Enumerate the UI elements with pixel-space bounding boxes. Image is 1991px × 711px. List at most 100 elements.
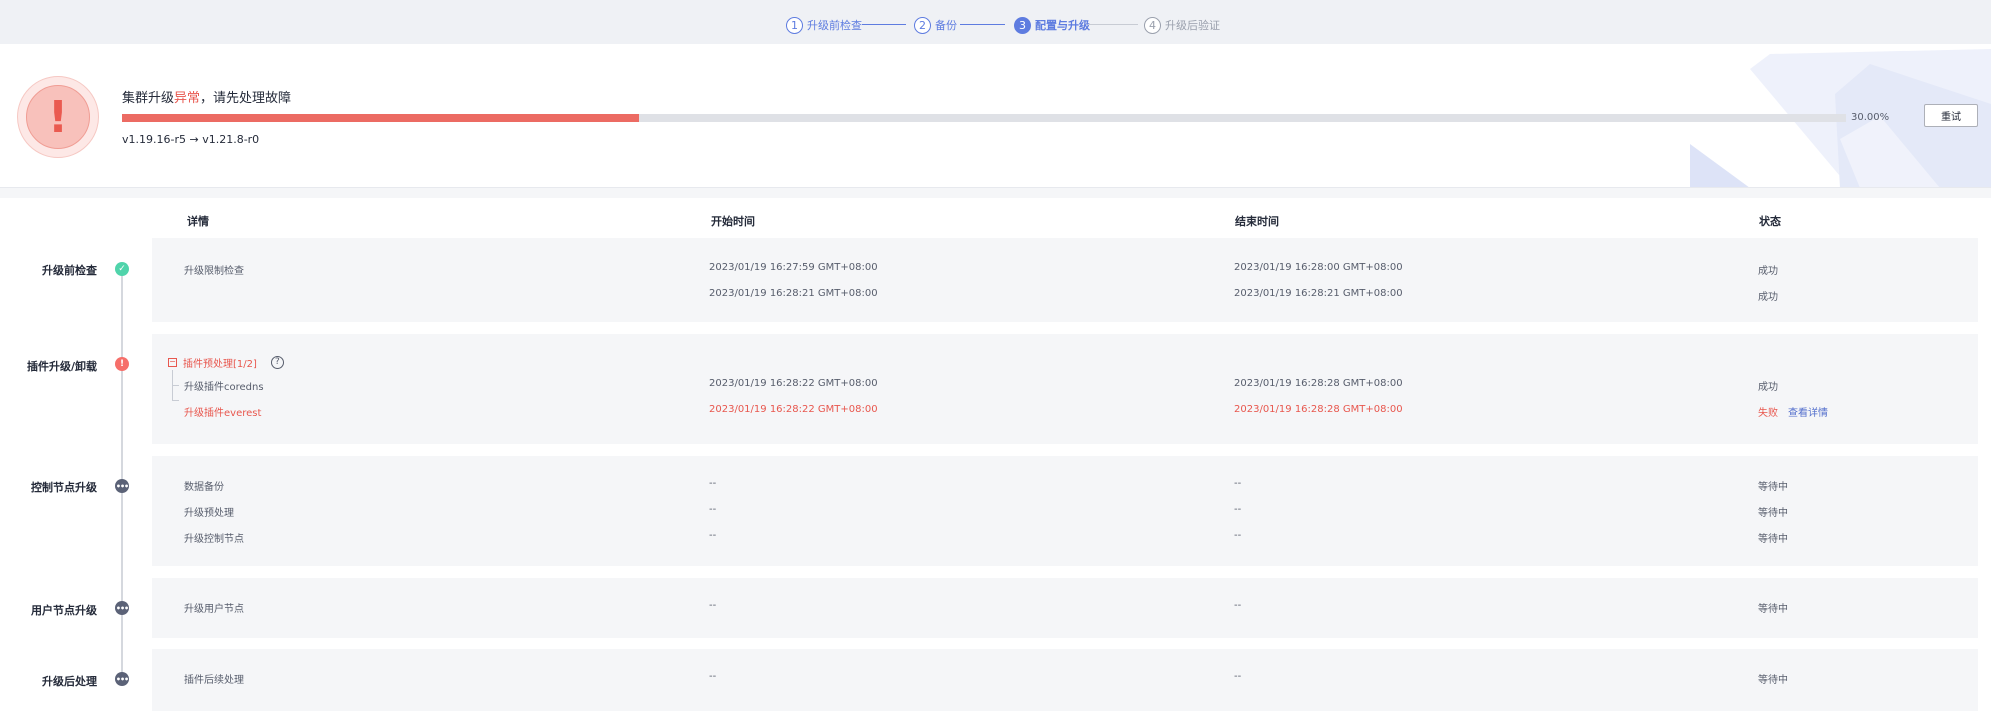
table-row: 升级控制节点 -- -- 等待中 xyxy=(152,530,1978,546)
row-name: 升级插件coredns xyxy=(184,382,264,393)
row-end-time: -- xyxy=(1234,600,1242,611)
step-config-upgrade: 3 配置与升级 xyxy=(1014,15,1090,35)
step-number: 1 xyxy=(786,16,803,34)
step-number: 2 xyxy=(914,16,931,34)
status-title-prefix: 集群升级 xyxy=(122,91,175,106)
row-status: 成功 xyxy=(1758,382,1778,393)
row-start-time: -- xyxy=(709,600,717,611)
ellipsis-icon: ••• xyxy=(115,479,129,493)
help-icon[interactable]: ? xyxy=(270,355,284,369)
tree-branch xyxy=(172,400,179,401)
table-row: 数据备份 -- -- 等待中 xyxy=(152,478,1978,494)
row-end-time: -- xyxy=(1234,504,1242,515)
row-status: 等待中 xyxy=(1758,534,1788,545)
stage-label-control-node-upgrade: 控制节点升级 xyxy=(31,481,97,494)
step-label: 备份 xyxy=(935,19,957,32)
row-start-time: -- xyxy=(709,478,717,489)
check-icon: ✓ xyxy=(115,262,129,276)
table-row: 升级预处理 -- -- 等待中 xyxy=(152,504,1978,520)
retry-button[interactable]: 重试 xyxy=(1924,104,1978,127)
stage-label-pre-check: 升级前检查 xyxy=(42,264,97,277)
step-post-verify: 4 升级后验证 xyxy=(1144,15,1220,35)
step-connector xyxy=(862,24,906,25)
stage-label-user-node-upgrade: 用户节点升级 xyxy=(31,604,97,617)
column-header-end-time: 结束时间 xyxy=(1235,215,1279,228)
table-row: 升级插件coredns 2023/01/19 16:28:22 GMT+08:0… xyxy=(152,378,1978,394)
group-label: 插件预处理[1/2] xyxy=(183,358,257,370)
collapse-icon[interactable]: − xyxy=(168,357,177,367)
column-header-status: 状态 xyxy=(1759,215,1781,228)
row-name: 升级预处理 xyxy=(184,508,234,519)
row-start-time: -- xyxy=(709,671,717,682)
row-name: 插件后续处理 xyxy=(184,675,244,686)
upgrade-status-card: ! 集群升级异常，请先处理故障 30.00% v1.19.16-r5 → v1.… xyxy=(0,44,1991,188)
row-start-time: 2023/01/19 16:28:22 GMT+08:00 xyxy=(709,404,878,415)
row-start-time: 2023/01/19 16:28:21 GMT+08:00 xyxy=(709,288,878,299)
step-connector xyxy=(1088,24,1138,25)
timeline-line xyxy=(121,268,123,680)
progress-fill xyxy=(122,114,640,122)
exclamation-icon: ! xyxy=(26,85,90,149)
row-status: 等待中 xyxy=(1758,604,1788,615)
step-connector xyxy=(960,24,1005,25)
status-title: 集群升级异常，请先处理故障 xyxy=(122,87,291,106)
table-row: 2023/01/19 16:28:21 GMT+08:00 2023/01/19… xyxy=(152,288,1978,304)
row-start-time: -- xyxy=(709,530,717,541)
table-row: 升级用户节点 -- -- 等待中 xyxy=(152,600,1978,616)
stage-panel-post-processing: 插件后续处理 -- -- 等待中 xyxy=(152,649,1978,711)
column-header-details: 详情 xyxy=(187,215,209,228)
version-transition: v1.19.16-r5 → v1.21.8-r0 xyxy=(122,133,260,146)
row-end-time: 2023/01/19 16:28:21 GMT+08:00 xyxy=(1234,288,1403,299)
row-name: 升级用户节点 xyxy=(184,604,244,615)
row-status: 等待中 xyxy=(1758,482,1788,493)
upgrade-stepper: 1 升级前检查 2 备份 3 配置与升级 4 升级后验证 xyxy=(0,0,1991,44)
status-title-suffix: ，请先处理故障 xyxy=(200,91,292,106)
row-name: 升级控制节点 xyxy=(184,534,244,545)
step-pre-check: 1 升级前检查 xyxy=(786,15,862,35)
step-label: 升级前检查 xyxy=(807,19,862,32)
stage-panel-control-node-upgrade: 数据备份 -- -- 等待中 升级预处理 -- -- 等待中 升级控制节点 --… xyxy=(152,456,1978,566)
stage-label-post-processing: 升级后处理 xyxy=(42,675,97,688)
progress-percent: 30.00% xyxy=(1851,112,1890,123)
row-start-time: 2023/01/19 16:27:59 GMT+08:00 xyxy=(709,262,878,273)
table-row: 升级插件everest 2023/01/19 16:28:22 GMT+08:0… xyxy=(152,404,1978,420)
ellipsis-icon: ••• xyxy=(115,601,129,615)
step-label: 配置与升级 xyxy=(1035,19,1090,32)
stage-label-plugin-upgrade: 插件升级/卸载 xyxy=(26,360,97,373)
ellipsis-icon: ••• xyxy=(115,672,129,686)
column-header-start-time: 开始时间 xyxy=(711,215,755,228)
error-alert-icon: ! xyxy=(17,76,99,158)
row-name: 数据备份 xyxy=(184,482,224,493)
status-title-error: 异常 xyxy=(174,91,201,106)
row-status: 失败 查看详情 xyxy=(1758,404,1828,419)
section-divider xyxy=(0,188,1991,198)
upgrade-progress-bar xyxy=(122,114,1846,122)
row-end-time: 2023/01/19 16:28:28 GMT+08:00 xyxy=(1234,404,1403,415)
plugin-preprocess-group[interactable]: − 插件预处理[1/2] ? xyxy=(168,354,284,370)
row-status: 等待中 xyxy=(1758,508,1788,519)
step-number: 4 xyxy=(1144,16,1161,34)
table-row: 升级限制检查 2023/01/19 16:27:59 GMT+08:00 202… xyxy=(152,262,1978,278)
stage-panel-user-node-upgrade: 升级用户节点 -- -- 等待中 xyxy=(152,578,1978,638)
row-end-time: 2023/01/19 16:28:00 GMT+08:00 xyxy=(1234,262,1403,273)
fail-status-text: 失败 xyxy=(1758,408,1778,419)
row-status: 等待中 xyxy=(1758,675,1788,686)
table-row: 插件后续处理 -- -- 等待中 xyxy=(152,671,1978,687)
row-start-time: 2023/01/19 16:28:22 GMT+08:00 xyxy=(709,378,878,389)
row-end-time: 2023/01/19 16:28:28 GMT+08:00 xyxy=(1234,378,1403,389)
row-name: 升级限制检查 xyxy=(184,266,244,277)
step-label: 升级后验证 xyxy=(1165,19,1220,32)
row-end-time: -- xyxy=(1234,530,1242,541)
row-end-time: -- xyxy=(1234,478,1242,489)
row-name: 升级插件everest xyxy=(184,408,262,419)
view-details-link[interactable]: 查看详情 xyxy=(1788,408,1828,419)
exclamation-icon: ! xyxy=(115,357,129,371)
step-backup: 2 备份 xyxy=(914,15,957,35)
row-status: 成功 xyxy=(1758,292,1778,303)
row-status: 成功 xyxy=(1758,266,1778,277)
step-number: 3 xyxy=(1014,16,1031,34)
stage-panel-pre-check: 升级限制检查 2023/01/19 16:27:59 GMT+08:00 202… xyxy=(152,238,1978,322)
row-start-time: -- xyxy=(709,504,717,515)
stage-panel-plugin-upgrade: − 插件预处理[1/2] ? 升级插件coredns 2023/01/19 16… xyxy=(152,334,1978,444)
row-end-time: -- xyxy=(1234,671,1242,682)
